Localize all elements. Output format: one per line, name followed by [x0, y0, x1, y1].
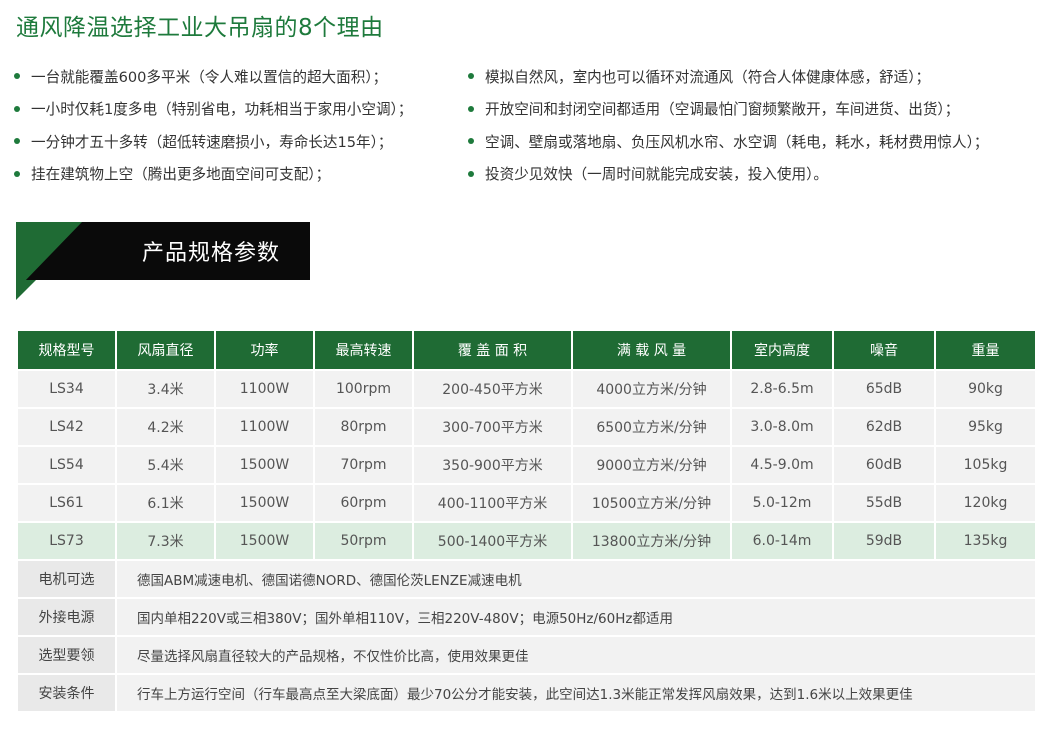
note-label: 外接电源 [16, 597, 117, 637]
table-cell: 5.4米 [115, 445, 216, 485]
table-header-cell: 重量 [934, 329, 1037, 371]
table-cell: 6.0-14m [730, 521, 834, 561]
table-cell: 10500立方米/分钟 [571, 483, 732, 523]
table-cell: LS42 [16, 407, 117, 447]
banner-accent [16, 222, 82, 280]
table-cell: 135kg [934, 521, 1037, 561]
table-cell: 5.0-12m [730, 483, 834, 523]
table-cell: 60rpm [313, 483, 414, 523]
reasons-right-column: 模拟自然风，室内也可以循环对流通风（符合人体健康体感，舒适）； 开放空间和封闭空… [468, 60, 1046, 190]
table-cell: 500-1400平方米 [412, 521, 573, 561]
table-cell: 65dB [832, 369, 936, 409]
table-cell: 100rpm [313, 369, 414, 409]
table-header-cell: 风扇直径 [115, 329, 216, 371]
bullet-icon [14, 105, 20, 112]
table-cell: 7.3米 [115, 521, 216, 561]
table-cell: 4000立方米/分钟 [571, 369, 732, 409]
reason-item: 挂在建筑物上空（腾出更多地面空间可支配）； [14, 158, 464, 191]
table-row: LS42 4.2米 1100W 80rpm 300-700平方米 6500立方米… [16, 407, 1037, 447]
section-title: 产品规格参数 [142, 241, 281, 266]
table-cell: 1500W [214, 483, 315, 523]
note-label: 选型要领 [16, 635, 117, 675]
table-cell: 62dB [832, 407, 936, 447]
table-header-cell: 规格型号 [16, 329, 117, 371]
table-cell: LS73 [16, 521, 117, 561]
table-header-cell: 最高转速 [313, 329, 414, 371]
table-cell: 1500W [214, 521, 315, 561]
table-cell: 13800立方米/分钟 [571, 521, 732, 561]
table-cell: LS54 [16, 445, 117, 485]
table-row: LS54 5.4米 1500W 70rpm 350-900平方米 9000立方米… [16, 445, 1037, 485]
table-cell: 80rpm [313, 407, 414, 447]
spec-table: 规格型号 风扇直径 功率 最高转速 覆 盖 面 积 满 载 风 量 室内高度 噪… [16, 329, 1037, 713]
reason-item: 一台就能覆盖600多平米（令人难以置信的超大面积）； [14, 60, 464, 93]
section-banner: 产品规格参数 [16, 222, 310, 300]
table-cell: 9000立方米/分钟 [571, 445, 732, 485]
note-row: 安装条件 行车上方运行空间（行车最高点至大梁底面）最少70公分才能安装，此空间达… [16, 673, 1037, 713]
banner-tail [16, 280, 36, 300]
note-row: 外接电源 国内单相220V或三相380V；国外单相110V，三相220V-480… [16, 597, 1037, 637]
table-cell: 120kg [934, 483, 1037, 523]
table-cell: 59dB [832, 521, 936, 561]
note-text: 行车上方运行空间（行车最高点至大梁底面）最少70公分才能安装，此空间达1.3米能… [115, 673, 1037, 713]
bullet-icon [14, 138, 20, 145]
table-cell: 350-900平方米 [412, 445, 573, 485]
bullet-icon [468, 105, 474, 112]
reason-item: 空调、壁扇或落地扇、负压风机水帘、水空调（耗电，耗水，耗材费用惊人）； [468, 125, 1046, 158]
table-header-row: 规格型号 风扇直径 功率 最高转速 覆 盖 面 积 满 载 风 量 室内高度 噪… [16, 329, 1037, 371]
table-cell: 4.2米 [115, 407, 216, 447]
table-cell: 90kg [934, 369, 1037, 409]
table-cell: LS34 [16, 369, 117, 409]
table-header-cell: 功率 [214, 329, 315, 371]
table-row: LS34 3.4米 1100W 100rpm 200-450平方米 4000立方… [16, 369, 1037, 409]
note-label: 安装条件 [16, 673, 117, 713]
table-cell: 300-700平方米 [412, 407, 573, 447]
note-text: 尽量选择风扇直径较大的产品规格，不仅性价比高，使用效果更佳 [115, 635, 1037, 675]
table-cell: LS61 [16, 483, 117, 523]
table-cell: 60dB [832, 445, 936, 485]
note-label: 电机可选 [16, 559, 117, 599]
table-cell: 1100W [214, 369, 315, 409]
table-cell: 105kg [934, 445, 1037, 485]
bullet-icon [468, 138, 474, 145]
table-cell: 50rpm [313, 521, 414, 561]
table-cell: 200-450平方米 [412, 369, 573, 409]
table-header-cell: 噪音 [832, 329, 936, 371]
table-header-cell: 满 载 风 量 [571, 329, 732, 371]
table-cell: 6500立方米/分钟 [571, 407, 732, 447]
table-cell: 95kg [934, 407, 1037, 447]
table-cell: 400-1100平方米 [412, 483, 573, 523]
table-cell: 55dB [832, 483, 936, 523]
note-row: 电机可选 德国ABM减速电机、德国诺德NORD、德国伦茨LENZE减速电机 [16, 559, 1037, 599]
table-cell: 1100W [214, 407, 315, 447]
table-cell: 2.8-6.5m [730, 369, 834, 409]
table-row: LS61 6.1米 1500W 60rpm 400-1100平方米 10500立… [16, 483, 1037, 523]
reason-item: 开放空间和封闭空间都适用（空调最怕门窗频繁敞开，车间进货、出货）； [468, 93, 1046, 126]
table-cell: 1500W [214, 445, 315, 485]
reasons-left-column: 一台就能覆盖600多平米（令人难以置信的超大面积）； 一小时仅耗1度多电（特别省… [14, 60, 464, 190]
table-cell: 4.5-9.0m [730, 445, 834, 485]
table-header-cell: 室内高度 [730, 329, 834, 371]
bullet-icon [468, 170, 474, 177]
reason-item: 投资少见效快（一周时间就能完成安装，投入使用）。 [468, 158, 1046, 191]
table-cell: 70rpm [313, 445, 414, 485]
page-title: 通风降温选择工业大吊扇的8个理由 [16, 15, 384, 41]
bullet-icon [14, 170, 20, 177]
table-row-highlighted: LS73 7.3米 1500W 50rpm 500-1400平方米 13800立… [16, 521, 1037, 561]
table-cell: 6.1米 [115, 483, 216, 523]
note-row: 选型要领 尽量选择风扇直径较大的产品规格，不仅性价比高，使用效果更佳 [16, 635, 1037, 675]
bullet-icon [468, 73, 474, 80]
note-text: 国内单相220V或三相380V；国外单相110V，三相220V-480V；电源5… [115, 597, 1037, 637]
reason-item: 一分钟才五十多转（超低转速磨损小，寿命长达15年）； [14, 125, 464, 158]
bullet-icon [14, 73, 20, 80]
reason-item: 模拟自然风，室内也可以循环对流通风（符合人体健康体感，舒适）； [468, 60, 1046, 93]
table-cell: 3.0-8.0m [730, 407, 834, 447]
note-text: 德国ABM减速电机、德国诺德NORD、德国伦茨LENZE减速电机 [115, 559, 1037, 599]
table-header-cell: 覆 盖 面 积 [412, 329, 573, 371]
reason-item: 一小时仅耗1度多电（特别省电，功耗相当于家用小空调）； [14, 93, 464, 126]
table-cell: 3.4米 [115, 369, 216, 409]
